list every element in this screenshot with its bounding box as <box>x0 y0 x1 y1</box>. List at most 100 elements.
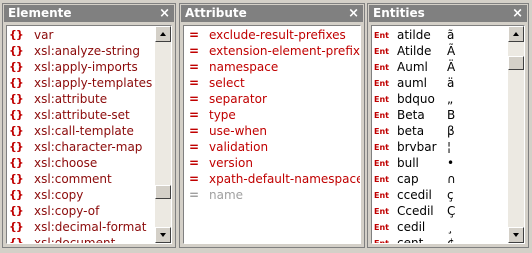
entity-name: cent <box>397 236 424 244</box>
scroll-down-button[interactable] <box>508 227 524 243</box>
elements-list-box: {} var {} xsl:analyze-string {} xsl:apply-imp… <box>6 25 172 244</box>
elements-scrollbar[interactable] <box>155 26 171 243</box>
entity-name: bull <box>397 156 419 170</box>
attribute-label: version <box>209 156 253 170</box>
scroll-up-button[interactable] <box>155 26 171 42</box>
close-icon[interactable]: × <box>159 5 170 22</box>
element-item[interactable]: {} xsl:apply-imports <box>9 59 152 75</box>
attribute-label: select <box>209 76 245 90</box>
attribute-label: namespace <box>209 60 279 74</box>
entities-panel: Entities × Ent atilde ã Ent Atilde Ã Ent Auml Ä E… <box>367 3 529 248</box>
element-item[interactable]: {} xsl:apply-templates <box>9 75 152 91</box>
entity-item[interactable]: Ent cedil ¸ <box>374 219 456 235</box>
entity-name: cedil <box>397 220 426 234</box>
entity-char: ∩ <box>447 172 456 186</box>
entity-name: cap <box>397 172 419 186</box>
close-icon[interactable]: × <box>348 5 359 22</box>
entity-char: Ä <box>447 60 456 74</box>
entity-icon: Ent <box>374 126 389 136</box>
attribute-item[interactable]: = name <box>186 187 360 203</box>
entity-item[interactable]: Ent Auml Ä <box>374 59 456 75</box>
attribute-item[interactable]: = select <box>186 75 360 91</box>
scroll-up-button[interactable] <box>508 26 524 42</box>
entity-icon: Ent <box>374 30 389 40</box>
element-label: xsl:character-map <box>34 140 143 154</box>
entity-name: atilde <box>397 28 431 42</box>
element-item[interactable]: {} var <box>9 27 152 43</box>
attribute-icon: = <box>189 28 200 42</box>
attribute-icon: = <box>189 60 200 74</box>
element-label: xsl:copy <box>34 188 84 202</box>
element-label: xsl:attribute-set <box>34 108 130 122</box>
attribute-label: extension-element-prefixes <box>209 44 361 58</box>
element-item[interactable]: {} xsl:character-map <box>9 139 152 155</box>
scroll-thumb[interactable] <box>508 56 524 70</box>
element-item[interactable]: {} xsl:analyze-string <box>9 43 152 59</box>
attribute-item[interactable]: = exclude-result-prefixes <box>186 27 360 43</box>
element-item[interactable]: {} xsl:document <box>9 235 152 244</box>
scroll-thumb[interactable] <box>155 185 171 199</box>
entity-name: Atilde <box>397 44 432 58</box>
entity-item[interactable]: Ent atilde ã <box>374 27 456 43</box>
element-icon: {} <box>9 92 24 105</box>
entities-scrollbar[interactable] <box>508 26 524 243</box>
element-label: xsl:call-template <box>34 124 134 138</box>
chevron-down-icon <box>160 233 166 237</box>
entity-item[interactable]: Ent bdquo „ <box>374 91 456 107</box>
entity-char: Ã <box>447 44 456 58</box>
element-item[interactable]: {} xsl:decimal-format <box>9 219 152 235</box>
entity-item[interactable]: Ent Atilde Ã <box>374 43 456 59</box>
element-item[interactable]: {} xsl:choose <box>9 155 152 171</box>
element-item[interactable]: {} xsl:call-template <box>9 123 152 139</box>
entity-char: ¦ <box>447 140 452 154</box>
attribute-label: name <box>209 188 244 202</box>
entity-item[interactable]: Ent cap ∩ <box>374 171 456 187</box>
entity-item[interactable]: Ent brvbar ¦ <box>374 139 456 155</box>
attribute-item[interactable]: = namespace <box>186 59 360 75</box>
scroll-down-button[interactable] <box>155 227 171 243</box>
entity-char: ç <box>447 188 454 202</box>
attributes-list: = exclude-result-prefixes = extension-eleme… <box>186 27 361 203</box>
attribute-label: type <box>209 108 236 122</box>
element-item[interactable]: {} xsl:attribute-set <box>9 107 152 123</box>
element-label: xsl:apply-templates <box>34 76 153 90</box>
elements-panel: Elemente × {} var {} xsl:analyze-string {} xs… <box>2 3 176 248</box>
entity-item[interactable]: Ent bull • <box>374 155 456 171</box>
element-icon: {} <box>9 156 24 169</box>
attribute-item[interactable]: = version <box>186 155 360 171</box>
entity-item[interactable]: Ent beta β <box>374 123 456 139</box>
entity-item[interactable]: Ent Beta Β <box>374 107 456 123</box>
entity-name: auml <box>397 76 427 90</box>
element-item[interactable]: {} xsl:copy-of <box>9 203 152 219</box>
attribute-icon: = <box>189 156 200 170</box>
attribute-item[interactable]: = separator <box>186 91 360 107</box>
element-label: xsl:decimal-format <box>34 220 147 234</box>
entity-item[interactable]: Ent cent ¢ <box>374 235 456 244</box>
element-label: xsl:document <box>34 236 116 244</box>
element-item[interactable]: {} xsl:comment <box>9 171 152 187</box>
entity-char: • <box>447 156 455 170</box>
attribute-item[interactable]: = type <box>186 107 360 123</box>
element-icon: {} <box>9 44 24 57</box>
close-icon[interactable]: × <box>512 5 523 22</box>
attribute-item[interactable]: = xpath-default-namespace <box>186 171 360 187</box>
entity-item[interactable]: Ent Ccedil Ç <box>374 203 456 219</box>
entities-list: Ent atilde ã Ent Atilde Ã Ent Auml Ä Ent auml ä Ent b… <box>374 27 456 244</box>
entity-icon: Ent <box>374 110 389 120</box>
attribute-item[interactable]: = use-when <box>186 123 360 139</box>
entity-item[interactable]: Ent auml ä <box>374 75 456 91</box>
attribute-item[interactable]: = extension-element-prefixes <box>186 43 361 59</box>
entity-name: Beta <box>397 108 425 122</box>
entity-item[interactable]: Ent ccedil ç <box>374 187 456 203</box>
entities-list-box: Ent atilde ã Ent Atilde Ã Ent Auml Ä Ent auml ä Ent b… <box>371 25 525 244</box>
element-item[interactable]: {} xsl:attribute <box>9 91 152 107</box>
element-icon: {} <box>9 204 24 217</box>
element-item[interactable]: {} xsl:copy <box>9 187 152 203</box>
attributes-panel: Attribute × = exclude-result-prefixes = ext… <box>179 3 365 248</box>
attribute-label: exclude-result-prefixes <box>209 28 346 42</box>
element-icon: {} <box>9 188 24 201</box>
entity-icon: Ent <box>374 174 389 184</box>
elements-panel-title: Elemente <box>8 6 72 20</box>
entity-icon: Ent <box>374 62 389 72</box>
attribute-item[interactable]: = validation <box>186 139 360 155</box>
